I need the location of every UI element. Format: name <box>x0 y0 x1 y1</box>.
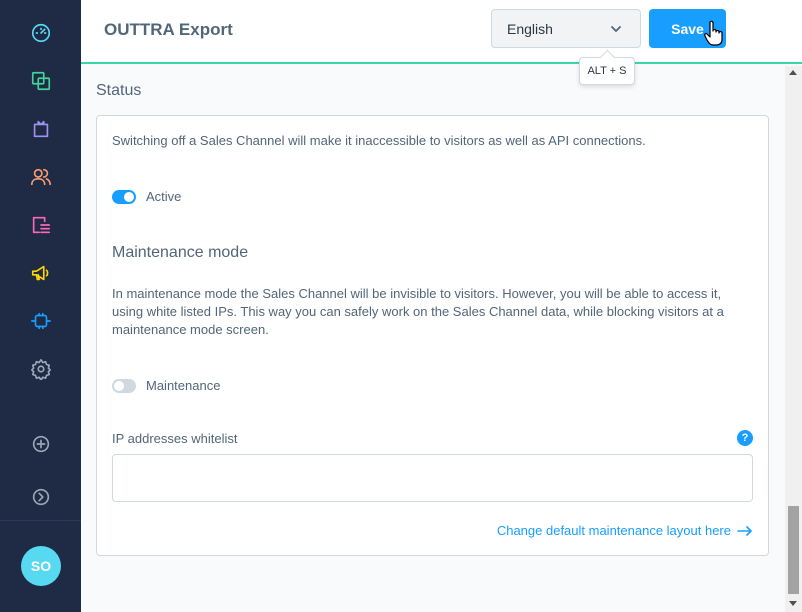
maintenance-title: Maintenance mode <box>112 244 249 261</box>
active-switch-label: Active <box>146 189 182 204</box>
expand-sidebar-button[interactable] <box>28 484 54 510</box>
gauge-icon <box>31 23 51 43</box>
megaphone-icon <box>31 265 49 281</box>
page-title: OUTTRA Export <box>104 20 233 39</box>
active-switch[interactable] <box>112 190 136 204</box>
status-card: Switching off a Sales Channel will make … <box>96 115 769 556</box>
status-card-title: Status <box>96 82 142 99</box>
maintenance-switch-knob <box>114 381 124 391</box>
maintenance-layout-link[interactable]: Change default maintenance layout here <box>497 523 753 538</box>
language-select-value: English <box>507 20 553 37</box>
catalogue-icon <box>31 71 51 91</box>
sidebar-item-dashboard[interactable] <box>28 20 54 46</box>
sidebar-item-content[interactable] <box>28 212 54 238</box>
shopping-bag-icon <box>33 120 49 138</box>
chevron-down-icon <box>611 26 621 33</box>
content-icon <box>32 216 51 234</box>
sidebar-item-extensions[interactable] <box>28 308 54 334</box>
sidebar: SO <box>0 0 81 612</box>
maintenance-description: In maintenance mode the Sales Channel wi… <box>112 286 724 337</box>
ip-whitelist-input[interactable] <box>112 454 753 502</box>
arrow-right-icon <box>737 525 752 536</box>
add-sales-channel-button[interactable] <box>28 431 54 457</box>
maintenance-switch[interactable] <box>112 379 136 393</box>
save-shortcut-tooltip: ALT + S <box>579 57 635 85</box>
ip-whitelist-label: IP addresses whitelist <box>112 431 238 446</box>
plus-circle-icon <box>32 435 50 453</box>
plug-icon <box>31 312 51 330</box>
smart-bar: OUTTRA Export English Save <box>81 0 802 64</box>
sidebar-item-customers[interactable] <box>28 164 54 190</box>
scroll-up-arrow[interactable] <box>789 70 797 75</box>
status-description: Switching off a Sales Channel will make … <box>112 133 646 148</box>
scroll-down-arrow[interactable] <box>789 601 797 606</box>
avatar[interactable]: SO <box>21 546 61 586</box>
language-select[interactable]: English <box>491 9 641 48</box>
sidebar-item-settings[interactable] <box>28 356 54 382</box>
sidebar-item-catalogues[interactable] <box>28 68 54 94</box>
maintenance-switch-label: Maintenance <box>146 378 221 393</box>
sidebar-item-marketing[interactable] <box>28 260 54 286</box>
maintenance-layout-link-label: Change default maintenance layout here <box>496 523 731 538</box>
active-switch-knob <box>124 192 134 202</box>
help-icon[interactable]: ? <box>737 430 753 446</box>
scroll-thumb[interactable] <box>788 506 799 594</box>
sidebar-item-orders[interactable] <box>28 116 54 142</box>
sidebar-divider <box>0 520 81 521</box>
users-icon <box>31 168 51 186</box>
scrollbar[interactable] <box>785 66 802 612</box>
chevron-right-circle-icon <box>32 488 50 506</box>
gear-icon <box>31 359 51 380</box>
hand-cursor-icon <box>704 20 723 46</box>
